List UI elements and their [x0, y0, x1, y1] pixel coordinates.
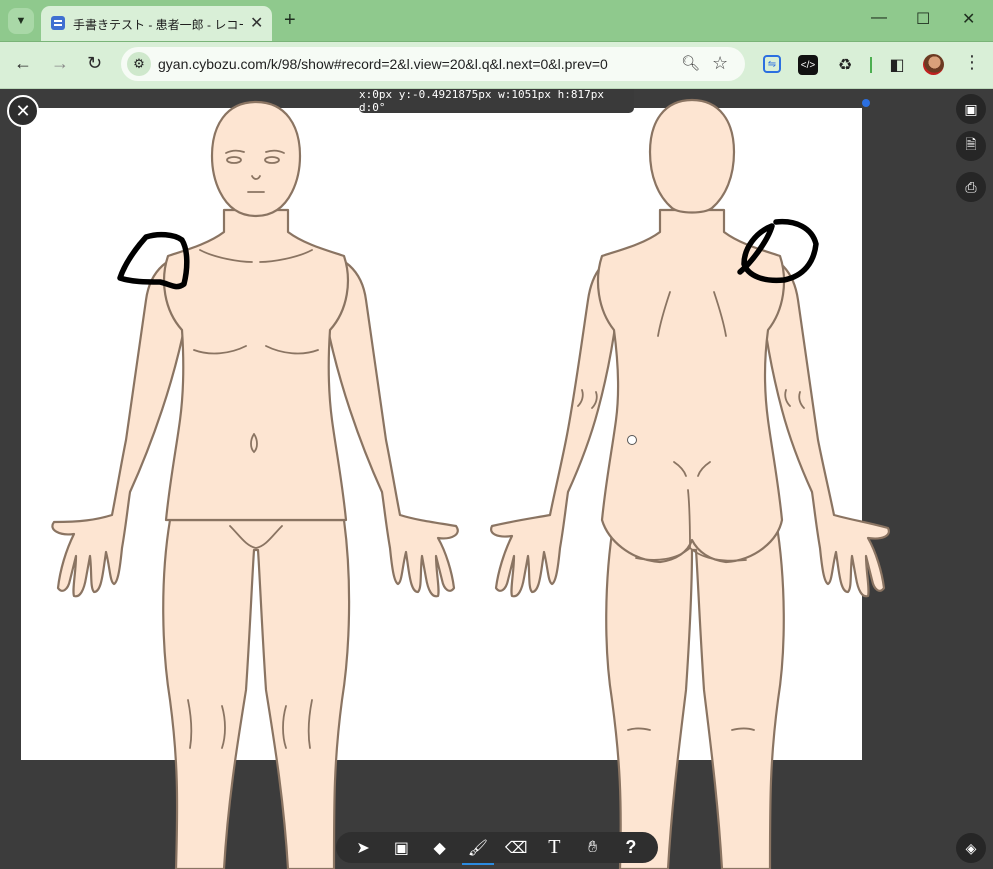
close-icon[interactable]: ✕	[250, 13, 263, 33]
body-diagram[interactable]: .skin { fill:#fde5d2; stroke:#8a7462; st…	[0, 88, 993, 869]
star-icon[interactable]: ☆	[712, 53, 728, 74]
back-body-figure	[490, 98, 890, 869]
maximize-icon[interactable]: ☐	[916, 9, 930, 29]
background-image-button[interactable]: ▣	[956, 94, 986, 124]
kebab-icon[interactable]: ⋮	[963, 52, 981, 73]
tab-title: 手書きテスト - 患者一郎 - レコード	[73, 18, 243, 32]
magnifier-icon[interactable]: 🔍︎	[681, 54, 700, 72]
text-tool-icon[interactable]: T	[540, 836, 568, 859]
back-knee-lines	[627, 727, 755, 731]
arrow-right-icon[interactable]: →	[51, 53, 69, 74]
close-icon: ✕	[15, 100, 31, 121]
translate-extension-icon[interactable]: ⇋	[763, 55, 781, 73]
image-settings-icon: ▣	[964, 100, 978, 117]
toolbar-divider	[870, 57, 872, 73]
minimize-icon[interactable]: —	[871, 9, 887, 27]
tab-strip: ▼ 手書きテスト - 患者一郎 - レコード ✕ + — ☐ ✕	[0, 0, 993, 42]
save-file-button[interactable]: 🗎︎	[956, 131, 986, 161]
print-button[interactable]: ⎙	[956, 172, 986, 202]
cursor-crosshair	[627, 435, 637, 445]
window-close-icon[interactable]: ✕	[962, 9, 975, 29]
code-extension-icon[interactable]: </>	[798, 55, 818, 75]
tab-search-button[interactable]: ▼	[8, 8, 34, 34]
puzzle-icon[interactable]: ♻	[835, 55, 855, 75]
layers-icon: ◈	[965, 839, 977, 856]
address-bar[interactable]: ⚙ gyan.cybozu.com/k/98/show#record=2&l.v…	[121, 47, 745, 81]
browser-tab[interactable]: 手書きテスト - 患者一郎 - レコード ✕	[41, 6, 272, 41]
plus-icon[interactable]: +	[284, 9, 296, 32]
avatar[interactable]	[923, 54, 944, 75]
file-icon: 🗎︎	[965, 136, 977, 152]
front-torso	[162, 208, 350, 522]
back-head	[648, 98, 736, 214]
chevron-down-icon: ▼	[15, 15, 27, 27]
side-panel-icon[interactable]: ◧	[887, 55, 907, 75]
reload-icon[interactable]: ↻	[87, 53, 102, 74]
kintone-list-icon	[51, 16, 65, 30]
arrow-left-icon[interactable]: ←	[14, 53, 32, 74]
shapes-tool-icon[interactable]: ◆	[426, 838, 454, 858]
site-info-icon[interactable]: ⚙	[127, 52, 151, 76]
back-legs	[605, 518, 785, 869]
layers-button[interactable]: ◈	[956, 833, 986, 863]
close-editor-button[interactable]: ✕	[7, 95, 39, 127]
url-text[interactable]: gyan.cybozu.com/k/98/show#record=2&l.vie…	[158, 56, 608, 72]
image-tool-icon[interactable]: ▣	[387, 838, 415, 858]
resize-handle[interactable]	[862, 99, 870, 107]
coordinate-readout: x:0px y:-0.4921875px w:1051px h:817px d:…	[359, 88, 634, 114]
front-body-figure	[51, 100, 459, 869]
hand-tool-icon[interactable]: ✋︎	[579, 839, 607, 857]
printer-icon: ⎙	[965, 178, 977, 195]
brush-tool-icon[interactable]: 🖌︎	[461, 838, 494, 865]
browser-toolbar: ← → ↻ ⚙ gyan.cybozu.com/k/98/show#record…	[0, 42, 993, 89]
drawing-toolbar: ➤ ▣ ◆ 🖌︎ ⌫ T ✋︎ ?	[336, 832, 658, 865]
help-icon[interactable]: ?	[617, 837, 645, 858]
select-move-tool-icon[interactable]: ➤	[349, 838, 377, 858]
front-head	[210, 100, 302, 218]
eraser-tool-icon[interactable]: ⌫	[502, 838, 530, 858]
back-torso	[596, 208, 786, 564]
front-legs	[162, 518, 351, 869]
